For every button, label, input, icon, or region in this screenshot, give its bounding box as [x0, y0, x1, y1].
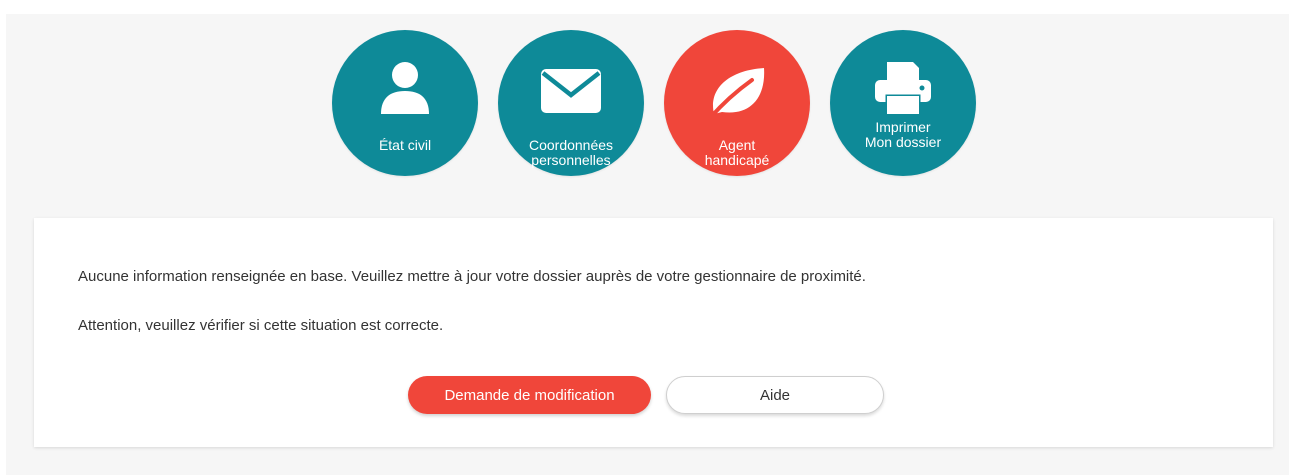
nav-label: Coordonnées personnelles — [528, 137, 614, 168]
envelope-icon — [541, 69, 601, 113]
section-nav: État civil Coordonnées personnelles Agen… — [6, 14, 1289, 194]
request-modification-button[interactable]: Demande de modification — [408, 376, 651, 414]
help-button[interactable]: Aide — [666, 376, 884, 414]
user-icon — [381, 62, 429, 114]
leaf-icon — [708, 68, 765, 120]
nav-label: Imprimer Mon dossier — [864, 119, 942, 150]
nav-label: État civil — [378, 137, 432, 153]
warning-message: Attention, veuillez vérifier si cette si… — [78, 317, 444, 334]
nav-etat-civil[interactable]: État civil — [332, 30, 478, 176]
nav-agent-handicape[interactable]: Agent handicapé — [664, 30, 810, 176]
printer-icon — [875, 62, 931, 114]
nav-coordonnees[interactable]: Coordonnées personnelles — [498, 30, 644, 176]
info-message: Aucune information renseignée en base. V… — [78, 268, 866, 285]
page-background: État civil Coordonnées personnelles Agen… — [6, 14, 1289, 475]
info-card: Aucune information renseignée en base. V… — [34, 218, 1273, 447]
nav-imprimer[interactable]: Imprimer Mon dossier — [830, 30, 976, 176]
nav-label: Agent handicapé — [704, 137, 770, 168]
